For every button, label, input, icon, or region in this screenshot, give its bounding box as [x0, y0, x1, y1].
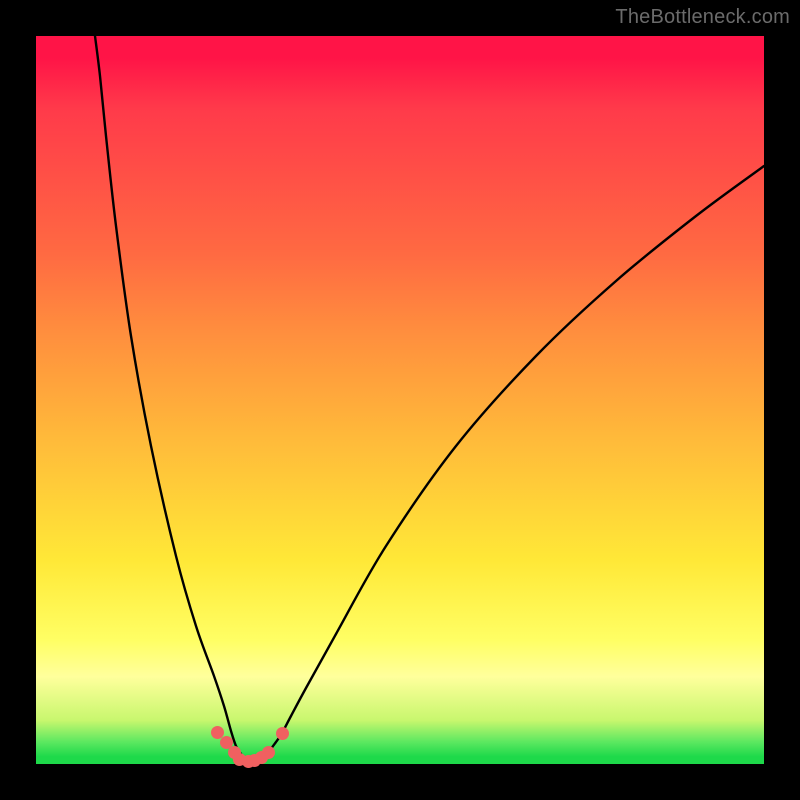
data-marker	[262, 746, 275, 759]
data-marker	[248, 754, 261, 767]
chart-plot-area	[36, 36, 764, 764]
data-marker	[255, 751, 268, 764]
data-marker	[220, 736, 233, 749]
watermark-text: TheBottleneck.com	[615, 6, 790, 29]
data-marker	[233, 753, 246, 766]
data-marker	[228, 746, 241, 759]
bottleneck-curve	[36, 36, 764, 764]
data-marker	[242, 755, 255, 768]
data-marker	[211, 726, 224, 739]
data-marker	[276, 727, 289, 740]
